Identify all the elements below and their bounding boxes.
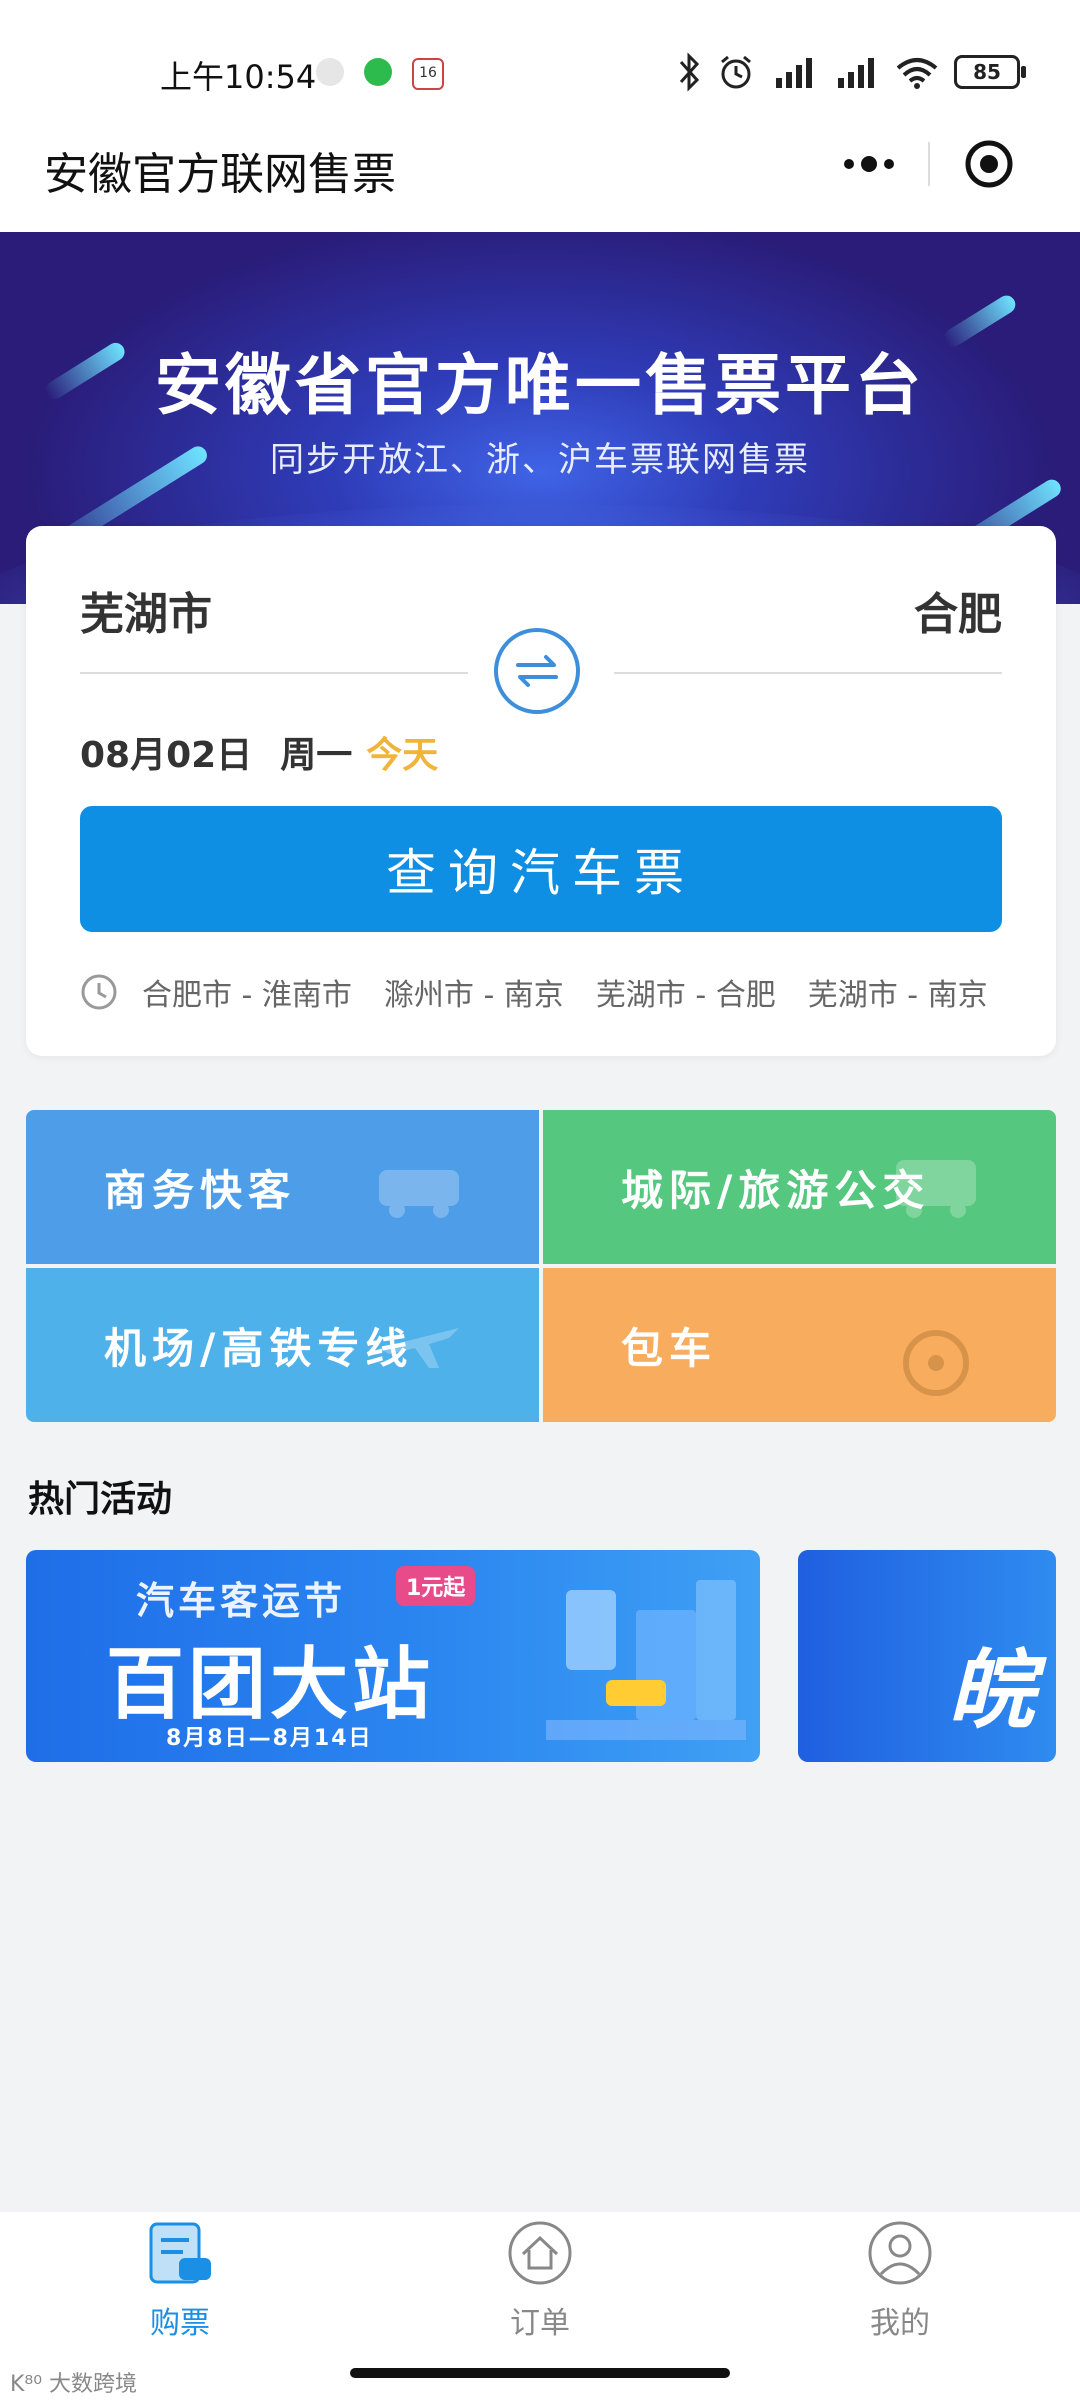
promo-price-tag: 1元起 xyxy=(396,1566,476,1606)
wifi-icon xyxy=(896,58,938,89)
promo-banner[interactable]: 汽车客运节 1元起 百团大站 8月8日—8月14日 xyxy=(26,1550,760,1762)
signal-hd-icon xyxy=(776,58,812,88)
service-label: 机场/高铁专线 xyxy=(104,1323,414,1373)
alarm-icon xyxy=(721,55,751,89)
promo-banner-secondary[interactable]: 皖 xyxy=(798,1550,1056,1762)
swap-cities-button[interactable] xyxy=(494,628,580,714)
more-icon xyxy=(844,156,894,172)
promo-headline: 百团大站 xyxy=(106,1640,435,1730)
service-label: 包车 xyxy=(621,1323,718,1373)
history-item[interactable]: 合肥市 - 淮南市 xyxy=(142,970,352,1014)
close-button[interactable] xyxy=(930,124,1048,204)
ticket-search-card: 芜湖市 合肥 08月02日 周一 今天 查询汽车票 合肥市 - 淮南市 滁州市 … xyxy=(26,526,1056,1056)
today-label: 今天 xyxy=(366,735,439,776)
bluetooth-icon xyxy=(679,52,700,92)
mini-program-capsule xyxy=(810,124,1050,204)
history-item[interactable]: 滁州市 - 南京 xyxy=(384,970,564,1014)
search-history: 合肥市 - 淮南市 滁州市 - 南京 芜湖市 - 合肥 芜湖市 - 南京 xyxy=(80,970,1030,1014)
search-tickets-button[interactable]: 查询汽车票 xyxy=(80,806,1002,932)
divider-right xyxy=(614,672,1002,674)
home-indicator[interactable] xyxy=(350,2368,730,2378)
user-icon xyxy=(868,2221,932,2285)
watermark: K⁸⁰ 大数跨境 xyxy=(10,2372,138,2397)
tab-label: 我的 xyxy=(870,2306,930,2341)
status-icons: 85 xyxy=(676,50,1026,94)
banner-subtitle: 同步开放江、浙、沪车票联网售票 xyxy=(270,440,810,480)
tab-mine[interactable]: 我的 xyxy=(720,2212,1080,2342)
promo-dates: 8月8日—8月14日 xyxy=(166,1726,373,1751)
more-button[interactable] xyxy=(810,124,928,204)
bus-icon xyxy=(896,1160,976,1218)
tab-orders[interactable]: 订单 xyxy=(360,2212,720,2342)
service-grid: 商务快客 城际/旅游公交 机场/高铁专线 包车 xyxy=(26,1110,1056,1422)
city-illustration xyxy=(546,1580,746,1740)
service-intercity-bus[interactable]: 城际/旅游公交 xyxy=(543,1110,1056,1264)
battery-icon: 85 xyxy=(954,55,1026,89)
travel-weekday: 周一 xyxy=(280,735,353,776)
activities-title: 热门活动 xyxy=(28,1479,173,1520)
date-selector[interactable]: 08月02日 周一 今天 xyxy=(80,726,438,778)
travel-date: 08月02日 xyxy=(80,735,253,776)
wechat-icon xyxy=(364,58,392,86)
departure-city[interactable]: 芜湖市 xyxy=(80,578,212,642)
tab-buy-ticket[interactable]: 购票 xyxy=(0,2212,360,2342)
service-airport-rail-line[interactable]: 机场/高铁专线 xyxy=(26,1268,539,1422)
arrival-city[interactable]: 合肥 xyxy=(914,578,1002,642)
service-label: 城际/旅游公交 xyxy=(621,1165,931,1215)
service-label: 商务快客 xyxy=(104,1165,297,1215)
tab-label: 订单 xyxy=(510,2306,570,2341)
page-title: 安徽官方联网售票 xyxy=(44,149,396,200)
signal-icon xyxy=(838,58,874,88)
home-icon xyxy=(508,2221,572,2285)
divider-left xyxy=(80,672,468,674)
airplane-icon xyxy=(379,1328,459,1368)
service-business-express[interactable]: 商务快客 xyxy=(26,1110,539,1264)
calendar-icon: 16 xyxy=(412,58,444,90)
tab-label: 购票 xyxy=(150,2306,210,2341)
car-icon xyxy=(379,1170,459,1218)
nav-bar: 安徽官方联网售票 xyxy=(0,140,1080,232)
history-item[interactable]: 芜湖市 - 合肥 xyxy=(596,970,776,1014)
promo-subtitle: 汽车客运节 xyxy=(136,1579,347,1623)
swap-icon xyxy=(516,655,558,687)
ticket-icon xyxy=(149,2222,211,2284)
status-time: 上午10:54 xyxy=(160,58,317,96)
service-charter[interactable]: 包车 xyxy=(543,1268,1056,1422)
target-close-icon xyxy=(965,140,1013,188)
clock-icon xyxy=(81,974,117,1010)
history-item[interactable]: 芜湖市 - 南京 xyxy=(808,970,988,1014)
promo2-text: 皖 xyxy=(948,1641,1034,1741)
banner-title: 安徽省官方唯一售票平台 xyxy=(155,347,925,424)
notification-icon xyxy=(316,58,344,86)
steering-wheel-icon xyxy=(903,1330,969,1396)
